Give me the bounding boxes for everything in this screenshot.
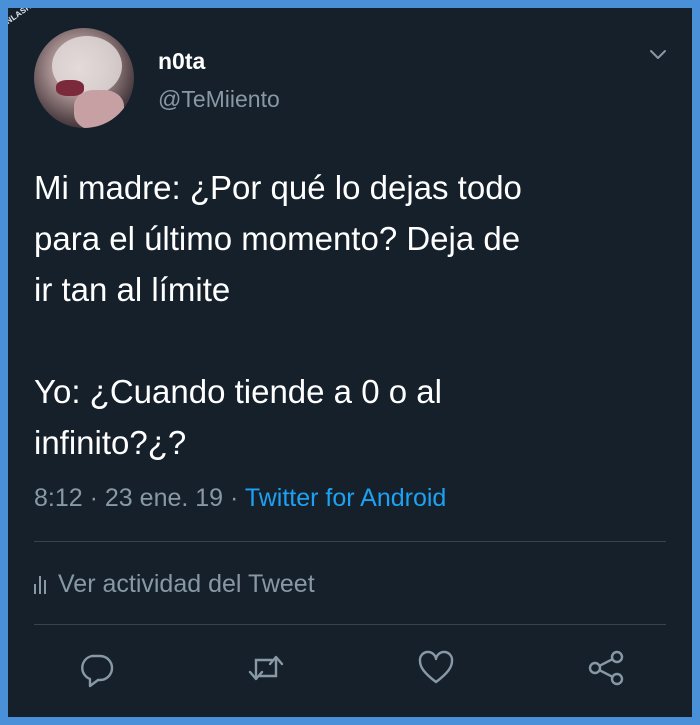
share-icon[interactable] <box>586 648 626 688</box>
tweet-text: Mi madre: ¿Por qué lo dejas todo para el… <box>34 169 522 461</box>
tweet-time: 8:12 <box>34 484 83 512</box>
reply-icon[interactable] <box>76 648 116 688</box>
tweet-date: 23 ene. 19 <box>104 484 224 512</box>
user-handle[interactable]: @TeMiiento <box>158 86 280 113</box>
chevron-down-icon[interactable] <box>648 44 668 64</box>
divider <box>34 624 666 625</box>
heart-icon[interactable] <box>416 648 456 688</box>
retweet-icon[interactable] <box>246 648 286 688</box>
meta-separator: · <box>89 484 105 512</box>
tweet-meta: 8:12 · 23 ene. 19 · Twitter for Android <box>34 484 446 513</box>
tweet-source-link[interactable]: Twitter for Android <box>245 484 446 512</box>
meta-separator: · <box>230 484 245 512</box>
view-activity-button[interactable]: Ver actividad del Tweet <box>34 570 315 599</box>
user-display-name[interactable]: n0ta <box>158 48 205 75</box>
divider <box>34 541 666 542</box>
tweet-card: VISTOENLASREDES.com n0ta @TeMiiento Mi m… <box>8 8 692 717</box>
view-activity-label: Ver actividad del Tweet <box>58 570 315 598</box>
avatar[interactable] <box>34 28 134 128</box>
bar-chart-icon <box>34 574 48 594</box>
